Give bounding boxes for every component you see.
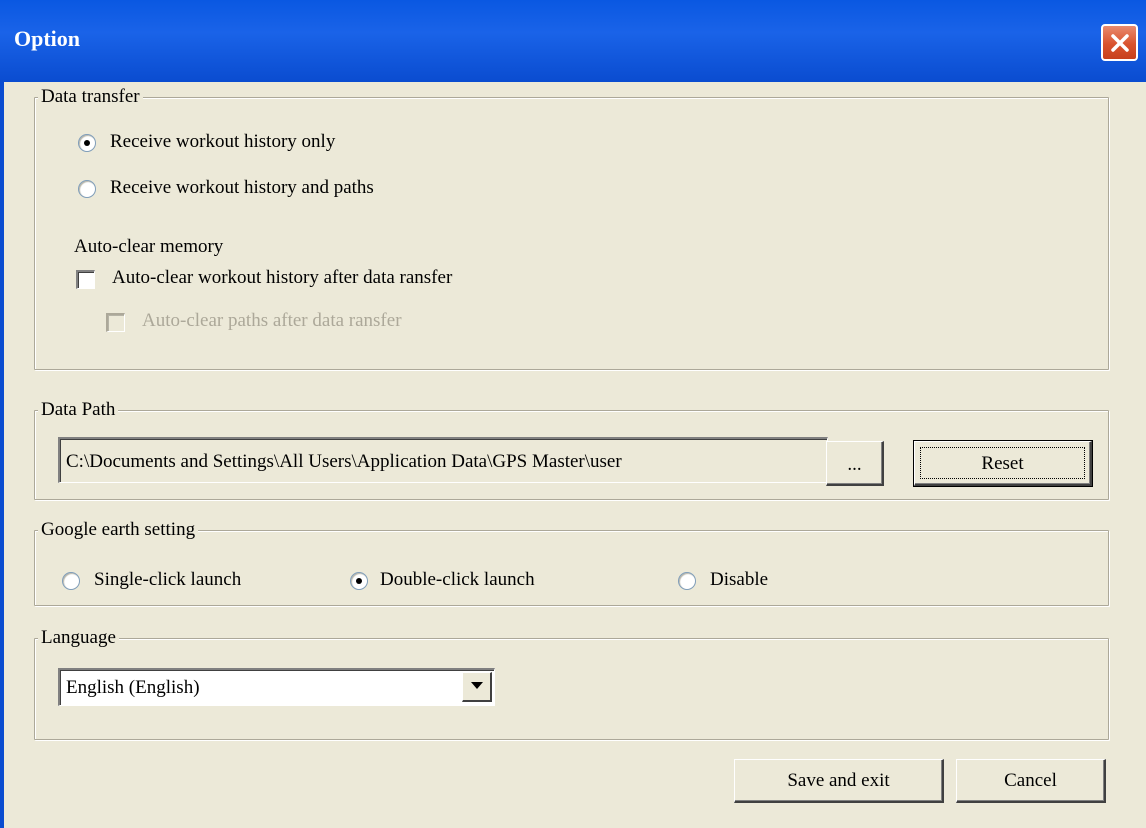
auto-clear-paths-checkbox	[106, 313, 125, 332]
auto-clear-history-label[interactable]: Auto-clear workout history after data ra…	[112, 267, 452, 289]
language-dropdown-button[interactable]	[462, 672, 492, 702]
close-icon	[1111, 34, 1129, 52]
radio-receive-history-only[interactable]	[78, 134, 96, 152]
radio-receive-history-and-paths[interactable]	[78, 180, 96, 198]
save-and-exit-button[interactable]: Save and exit	[734, 759, 944, 803]
auto-clear-history-checkbox[interactable]	[76, 270, 95, 289]
data-path-value: C:\Documents and Settings\All Users\Appl…	[66, 451, 622, 472]
radio-receive-history-only-label[interactable]: Receive workout history only	[110, 131, 335, 153]
chevron-down-icon	[471, 682, 483, 689]
browse-button[interactable]: ...	[826, 441, 884, 486]
title-bar[interactable]: Option	[0, 0, 1146, 82]
radio-double-click-launch-label[interactable]: Double-click launch	[380, 569, 535, 591]
close-button[interactable]	[1101, 24, 1138, 61]
focus-ring	[920, 447, 1085, 479]
data-transfer-group-label: Data transfer	[38, 86, 143, 108]
language-select-value: English (English)	[66, 677, 200, 698]
option-dialog: Option Data transfer Receive workout his…	[0, 0, 1146, 828]
cancel-button[interactable]: Cancel	[956, 759, 1106, 803]
save-and-exit-button-label: Save and exit	[787, 770, 890, 791]
radio-single-click-launch[interactable]	[62, 572, 80, 590]
radio-single-click-launch-label[interactable]: Single-click launch	[94, 569, 241, 591]
auto-clear-paths-label: Auto-clear paths after data ransfer	[142, 310, 402, 331]
language-group-label: Language	[38, 627, 119, 649]
cancel-button-label: Cancel	[1004, 770, 1057, 791]
data-path-group-label: Data Path	[38, 399, 119, 421]
radio-disable-label[interactable]: Disable	[710, 569, 768, 591]
google-earth-group	[34, 530, 1109, 606]
reset-button[interactable]: Reset	[913, 440, 1093, 487]
data-path-field[interactable]: C:\Documents and Settings\All Users\Appl…	[58, 437, 828, 483]
radio-disable[interactable]	[678, 572, 696, 590]
google-earth-group-label: Google earth setting	[38, 519, 199, 541]
radio-receive-history-and-paths-label[interactable]: Receive workout history and paths	[110, 177, 374, 199]
window-border	[0, 82, 4, 828]
language-select[interactable]: English (English)	[58, 668, 495, 706]
radio-double-click-launch[interactable]	[350, 572, 368, 590]
browse-button-label: ...	[847, 454, 862, 475]
auto-clear-heading: Auto-clear memory	[74, 236, 224, 257]
window-title: Option	[14, 26, 81, 51]
